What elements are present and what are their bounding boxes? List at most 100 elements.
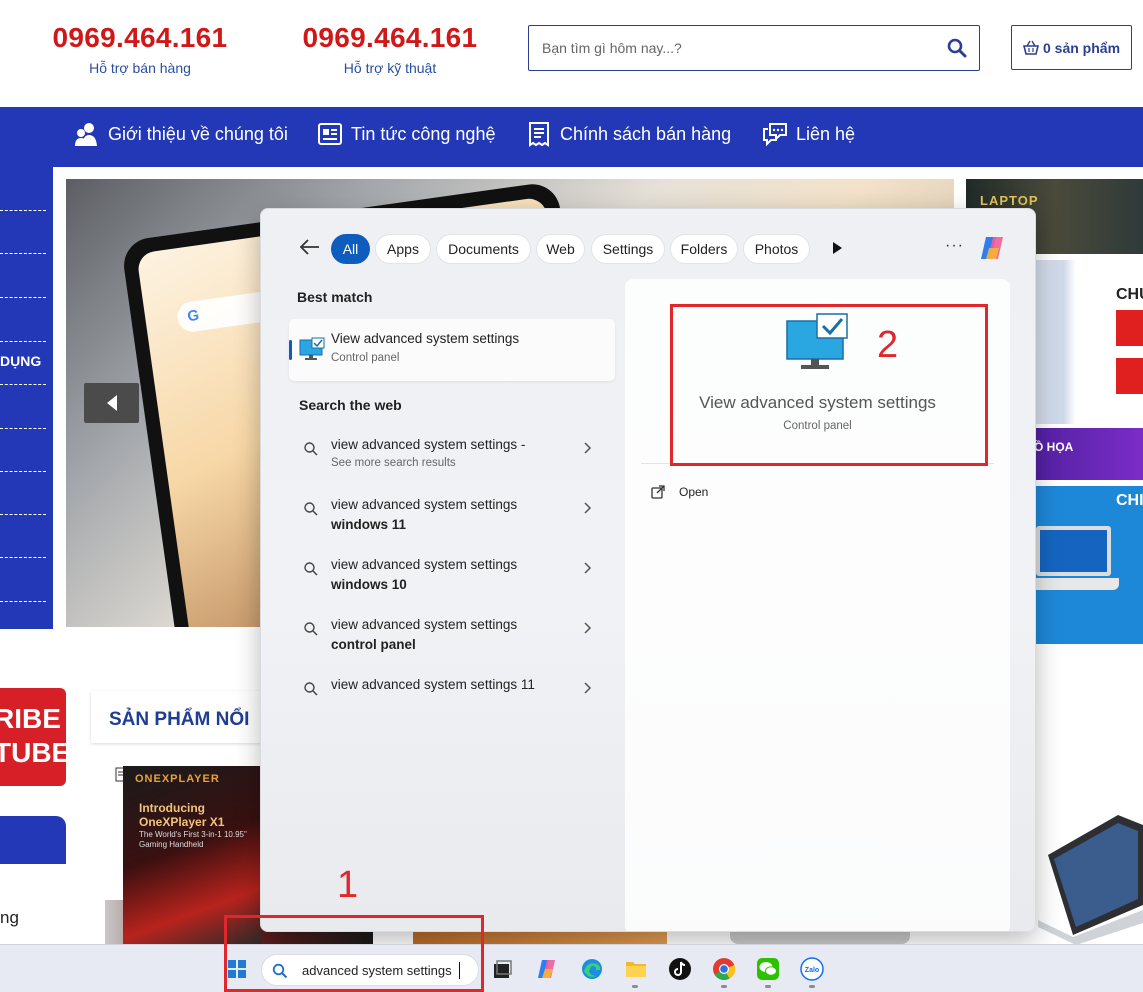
open-label: Open bbox=[679, 485, 709, 499]
best-match-heading: Best match bbox=[297, 289, 373, 305]
zalo-label: Zalo bbox=[805, 967, 819, 974]
hotline-sales[interactable]: 0969.464.161 Hỗ trợ bán hàng bbox=[30, 22, 250, 76]
section-title: SẢN PHẨM NỔI bbox=[109, 709, 250, 730]
divider bbox=[0, 297, 46, 298]
wechat-icon[interactable] bbox=[756, 957, 780, 981]
nav-about[interactable]: Giới thiệu về chúng tôi bbox=[74, 121, 288, 147]
side-text: ng bbox=[0, 908, 19, 927]
nav-label: Chính sách bán hàng bbox=[560, 123, 732, 144]
basket-icon bbox=[1022, 40, 1039, 55]
banner-text: CHU bbox=[1116, 286, 1143, 303]
web-result[interactable]: view advanced system settings windows 11 bbox=[289, 497, 615, 549]
running-indicator bbox=[765, 985, 771, 988]
hotline-label: Hỗ trợ kỹ thuật bbox=[343, 60, 437, 76]
side-tab bbox=[0, 816, 66, 864]
zalo-icon[interactable]: Zalo bbox=[800, 957, 824, 981]
slider-prev-button[interactable] bbox=[84, 383, 139, 423]
featured-products-header: SẢN PHẨM NỔI bbox=[91, 691, 281, 743]
chrome-icon[interactable] bbox=[712, 957, 736, 981]
main-navbar: Giới thiệu về chúng tôi Tin tức công ngh… bbox=[0, 107, 1143, 167]
nav-news[interactable]: Tin tức công nghệ bbox=[317, 121, 495, 147]
annotation-step-1: 1 bbox=[337, 864, 359, 906]
copilot-icon[interactable] bbox=[535, 957, 559, 981]
laptop-image[interactable] bbox=[1038, 815, 1143, 945]
search-web-heading: Search the web bbox=[299, 397, 402, 413]
nav-label: Giới thiệu về chúng tôi bbox=[108, 123, 288, 144]
search-icon bbox=[304, 682, 318, 696]
youtube-subscribe-banner[interactable]: RIBE TUBE bbox=[0, 688, 66, 786]
nav-contact[interactable]: Liên hệ bbox=[762, 121, 855, 147]
chevron-left-icon bbox=[106, 395, 117, 411]
web-result[interactable]: view advanced system settings - See more… bbox=[289, 437, 615, 489]
site-search-input[interactable] bbox=[529, 26, 929, 70]
search-icon bbox=[304, 502, 318, 516]
running-indicator bbox=[632, 985, 638, 988]
chevron-right-icon bbox=[584, 622, 592, 634]
annotation-box-search bbox=[224, 915, 484, 992]
product-tagline: The World's First 3-in-1 10.95" Gaming H… bbox=[139, 830, 247, 849]
selection-indicator bbox=[289, 340, 292, 360]
best-match-result[interactable]: View advanced system settings Control pa… bbox=[289, 319, 615, 381]
web-result[interactable]: view advanced system settings control pa… bbox=[289, 617, 615, 669]
chevron-right-icon bbox=[584, 502, 592, 514]
search-icon[interactable] bbox=[947, 38, 967, 58]
more-filters-arrow-icon[interactable] bbox=[833, 242, 842, 254]
copilot-icon[interactable] bbox=[977, 233, 1007, 263]
task-view-icon[interactable] bbox=[490, 957, 514, 981]
filter-photos[interactable]: Photos bbox=[743, 234, 810, 264]
hotline-number[interactable]: 0969.464.161 bbox=[30, 22, 250, 54]
nav-label: Tin tức công nghệ bbox=[351, 123, 496, 144]
hotline-support[interactable]: 0969.464.161 Hỗ trợ kỹ thuật bbox=[280, 22, 500, 76]
banner-text: LAPTOP bbox=[980, 193, 1039, 208]
product-headline: Introducing OneXPlayer X1 bbox=[139, 801, 225, 829]
nav-label: Liên hệ bbox=[796, 123, 856, 144]
divider bbox=[0, 601, 46, 602]
search-icon bbox=[304, 562, 318, 576]
category-sidebar: DỤNG bbox=[0, 167, 53, 629]
filter-documents[interactable]: Documents bbox=[436, 234, 531, 264]
back-arrow-icon[interactable] bbox=[299, 237, 321, 257]
tiktok-icon[interactable] bbox=[668, 957, 692, 981]
windows-taskbar: advanced system settings Zalo bbox=[0, 944, 1143, 992]
product-brand: ONEXPLAYER bbox=[135, 773, 220, 785]
divider bbox=[0, 514, 46, 515]
divider bbox=[0, 428, 46, 429]
banner-text: Ồ HỌA bbox=[1034, 440, 1074, 454]
search-icon bbox=[304, 442, 318, 456]
divider bbox=[0, 341, 46, 342]
chat-icon bbox=[763, 123, 787, 147]
divider bbox=[0, 384, 46, 385]
divider bbox=[0, 471, 46, 472]
annotation-step-2: 2 bbox=[877, 324, 899, 366]
open-action[interactable]: Open bbox=[651, 485, 708, 499]
receipt-icon bbox=[529, 122, 549, 147]
filter-folders[interactable]: Folders bbox=[670, 234, 738, 264]
chevron-right-icon bbox=[584, 682, 592, 694]
filter-web[interactable]: Web bbox=[536, 234, 585, 264]
cart-button[interactable]: 0 sản phẩm bbox=[1011, 25, 1132, 70]
nav-policy[interactable]: Chính sách bán hàng bbox=[526, 121, 731, 147]
filter-all[interactable]: All bbox=[331, 234, 370, 264]
chevron-right-icon bbox=[584, 562, 592, 574]
product-image bbox=[730, 932, 910, 944]
category-item-label[interactable]: DỤNG bbox=[0, 353, 41, 369]
web-result[interactable]: view advanced system settings 11 bbox=[289, 677, 615, 729]
chevron-right-icon bbox=[584, 442, 592, 454]
hotline-label: Hỗ trợ bán hàng bbox=[89, 60, 191, 76]
open-external-icon bbox=[651, 485, 665, 499]
hotline-number[interactable]: 0969.464.161 bbox=[280, 22, 500, 54]
site-search bbox=[528, 25, 980, 71]
running-indicator bbox=[809, 985, 815, 988]
annotation-box-result bbox=[670, 304, 988, 466]
search-icon bbox=[304, 622, 318, 636]
running-indicator bbox=[721, 985, 727, 988]
web-result[interactable]: view advanced system settings windows 10 bbox=[289, 557, 615, 609]
banner-text: CHI bbox=[1116, 492, 1143, 509]
more-options-icon[interactable]: ··· bbox=[945, 237, 964, 255]
filter-apps[interactable]: Apps bbox=[375, 234, 431, 264]
edge-icon[interactable] bbox=[580, 957, 604, 981]
file-explorer-icon[interactable] bbox=[624, 957, 648, 981]
result-subtitle: Control panel bbox=[331, 352, 400, 364]
filter-settings[interactable]: Settings bbox=[591, 234, 665, 264]
cart-label: 0 sản phẩm bbox=[1042, 39, 1121, 56]
